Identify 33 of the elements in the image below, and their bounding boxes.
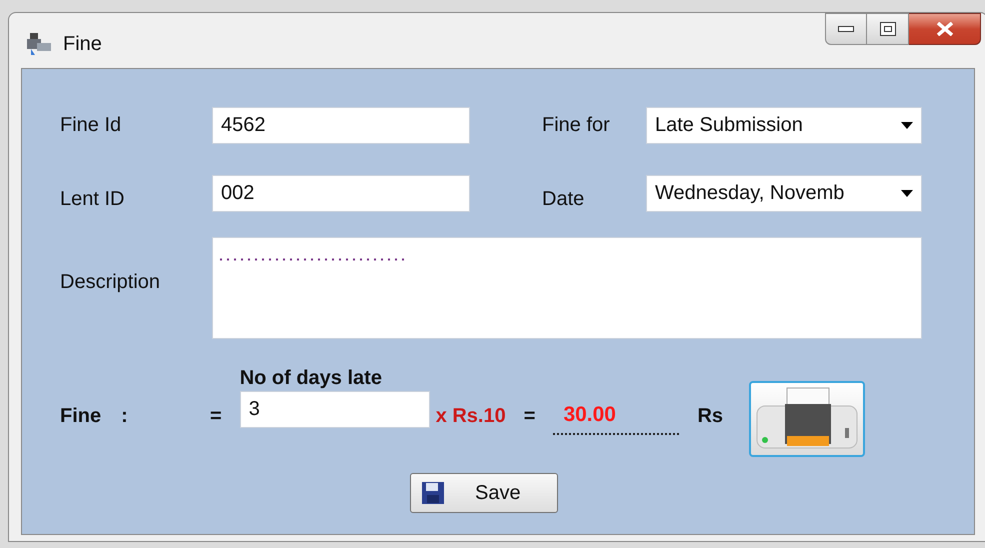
fine-label: Fine [60, 404, 102, 429]
save-button[interactable]: Save [410, 473, 558, 513]
field-label: Date [542, 187, 586, 212]
field-label: Lent ID [60, 187, 126, 212]
days-late-field[interactable]: 3 [240, 391, 430, 428]
date-value: Wednesday, Novemb [655, 181, 844, 206]
fine-id-field[interactable]: 4562 [212, 106, 470, 144]
maximize-icon [880, 22, 896, 36]
window-title: Fine [63, 32, 102, 57]
close-icon [936, 22, 954, 36]
rate-text: x Rs.10 [436, 404, 506, 429]
dropdown-caret-icon [901, 122, 913, 128]
app-icon [25, 31, 53, 57]
close-button[interactable] [909, 13, 981, 45]
description-field[interactable] [212, 237, 922, 339]
minimize-button[interactable] [825, 13, 867, 45]
equals-sign: = [524, 404, 536, 429]
total-amount: 30.00 [553, 399, 680, 434]
field-label: Description [60, 270, 162, 295]
lent-id-field[interactable]: 002 [212, 174, 470, 212]
currency-label: Rs [697, 404, 724, 429]
colon: : [121, 404, 128, 429]
field-label: Fine Id [60, 113, 122, 138]
date-picker[interactable]: Wednesday, Novemb [646, 174, 922, 212]
equals-sign: = [210, 404, 222, 429]
fine-for-dropdown[interactable]: Late Submission [646, 106, 922, 144]
maximize-button[interactable] [867, 13, 909, 45]
print-button[interactable] [749, 381, 866, 457]
dropdown-value: Late Submission [655, 113, 803, 138]
minimize-icon [838, 26, 854, 32]
dropdown-caret-icon [901, 190, 913, 196]
days-late-label: No of days late [240, 366, 383, 391]
field-label: Fine for [542, 113, 611, 138]
